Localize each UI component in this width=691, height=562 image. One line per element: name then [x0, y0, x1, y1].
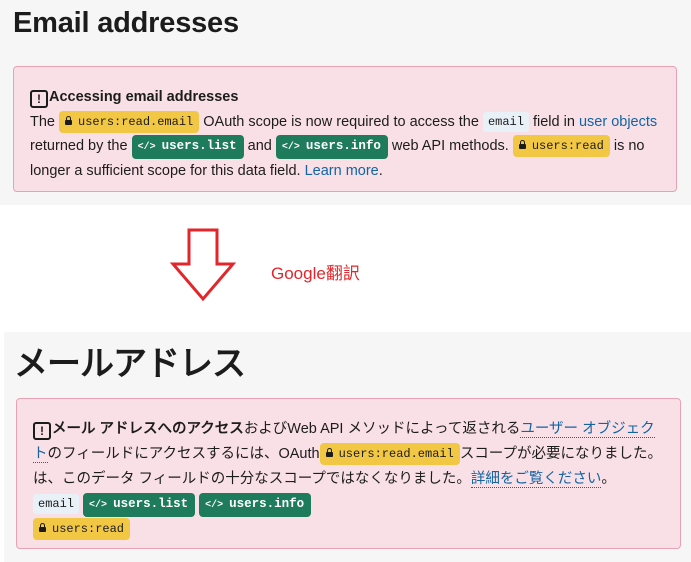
method-label: users.info [305, 139, 381, 153]
lock-icon [65, 115, 73, 125]
method-badge-users-list[interactable]: </> users.list [83, 493, 196, 517]
lock-icon [39, 523, 46, 532]
scope-label: users:read [52, 522, 125, 536]
scope-badge-users-read[interactable]: users:read [512, 135, 610, 157]
english-doc-panel: Email addresses ! Accessing email address… [0, 0, 691, 205]
alert-text: web API methods. [387, 138, 513, 154]
alert-text: The [30, 113, 60, 130]
lock-icon [325, 448, 333, 457]
method-label: users.list [113, 497, 189, 511]
google-translate-label: Google翻訳 [271, 264, 360, 283]
scope-label: users:read.email [338, 447, 454, 461]
alert-text: . [378, 163, 383, 179]
alert-box-en: ! Accessing email addresses The users:rea… [13, 66, 677, 192]
code-icon: </> [281, 142, 300, 153]
method-badge-users-info[interactable]: </> users.info [199, 493, 312, 517]
scope-badge-users-read-email[interactable]: users:read.email [59, 110, 200, 133]
code-icon: </> [205, 500, 224, 511]
scope-label: users:read.email [78, 114, 194, 129]
alert-text: 。 [601, 471, 616, 487]
scope-badge-users-read[interactable]: users:read [33, 518, 131, 540]
scope-badge-users-read-email[interactable]: users:read.email [319, 443, 460, 465]
link-details-ja[interactable]: 詳細をご覧ください [470, 471, 602, 488]
method-label: users.list [161, 139, 237, 153]
field-badge-email: email [482, 111, 529, 132]
alert-heading-en: Accessing email addresses [49, 89, 239, 105]
page-title-ja: メールアドレス [14, 345, 246, 383]
alert-text: and [243, 138, 276, 154]
down-arrow-icon [170, 228, 236, 302]
lock-icon [518, 140, 526, 149]
code-icon: </> [137, 142, 156, 153]
alert-text: returned by the [30, 138, 132, 154]
method-badge-users-list[interactable]: </> users.list [131, 135, 244, 159]
alert-text: のフィールドにアクセスするには、OAuth [47, 446, 320, 462]
method-badge-users-info[interactable]: </> users.info [275, 135, 388, 159]
field-badge-email: email [33, 494, 80, 514]
page-title-en: Email addresses [13, 7, 239, 39]
exclamation-icon: ! [33, 422, 51, 440]
link-learn-more[interactable]: Learn more [305, 163, 379, 179]
exclamation-icon: ! [30, 90, 48, 108]
scope-label: users:read [531, 139, 604, 153]
alert-heading-ja: メール アドレスへのアクセス [52, 421, 244, 437]
alert-text: field in [528, 113, 579, 130]
alert-text: およびWeb API メソッドによって返される [243, 421, 521, 437]
code-icon: </> [89, 500, 108, 511]
method-label: users.info [229, 497, 305, 511]
alert-box-ja: ! メール アドレスへのアクセスおよびWeb API メソッドによって返されるユー… [16, 398, 681, 549]
alert-text: OAuth scope is now required to access th… [199, 113, 483, 130]
link-user-objects[interactable]: user objects [579, 114, 657, 130]
